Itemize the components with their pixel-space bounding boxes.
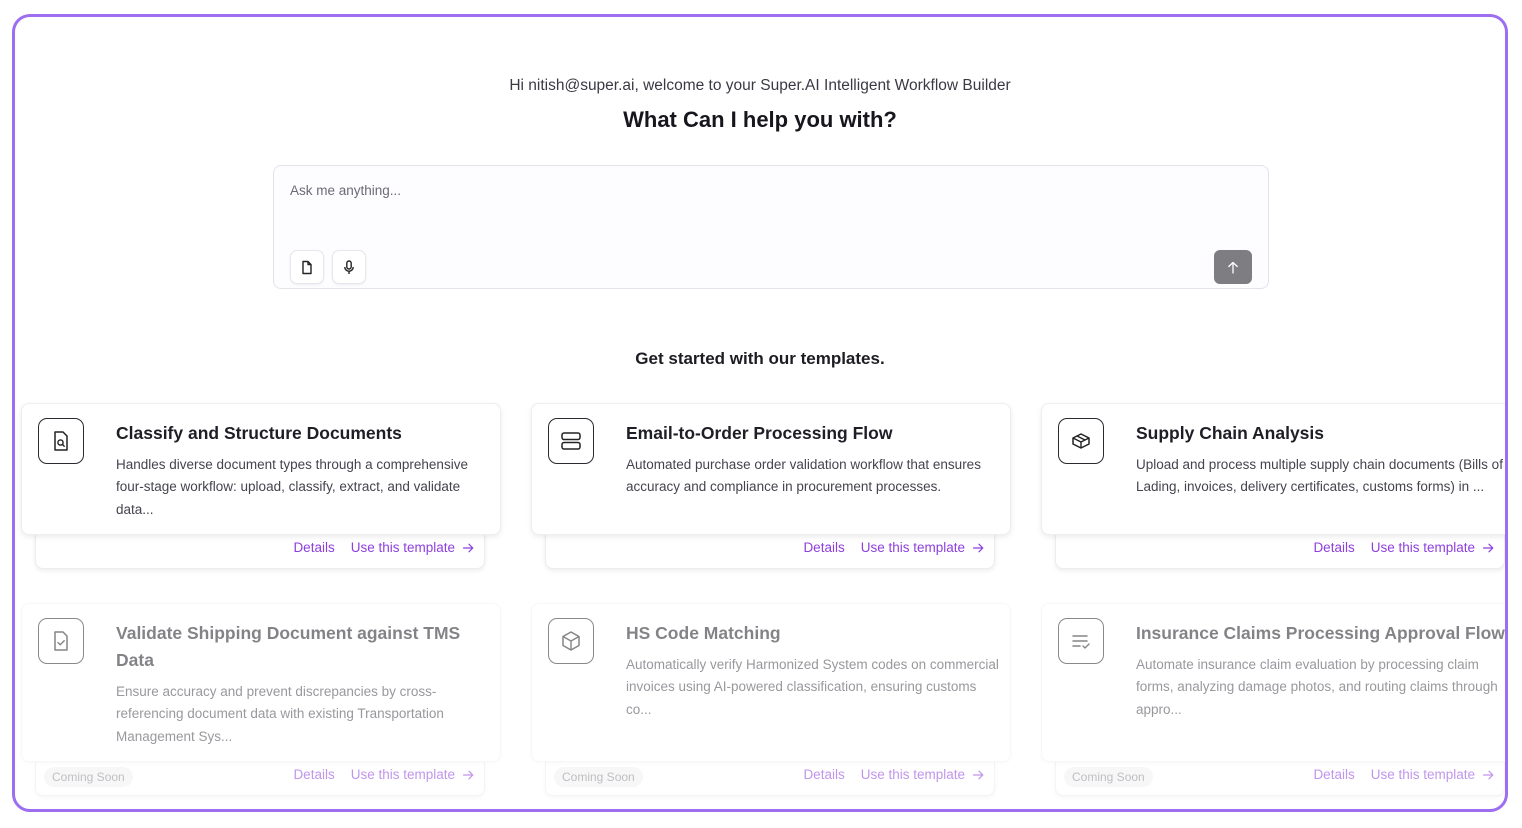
attach-file-button[interactable]: [290, 250, 324, 284]
list-check-icon: [1072, 635, 1090, 649]
server-stack-icon: [561, 432, 581, 450]
use-template-label: Use this template: [1370, 540, 1475, 555]
coming-soon-badge: Coming Soon: [44, 767, 133, 787]
card-body[interactable]: Validate Shipping Document against TMS D…: [21, 603, 501, 762]
card-footer: Details Use this template: [35, 533, 485, 569]
use-template-label: Use this template: [350, 540, 455, 555]
card-footer: Coming Soon Details Use this template: [1055, 760, 1505, 796]
arrow-right-icon: [1483, 543, 1494, 552]
details-link[interactable]: Details: [293, 540, 334, 555]
card-body[interactable]: Classify and Structure Documents Handles…: [21, 403, 501, 535]
microphone-icon: [344, 259, 354, 274]
use-template-link[interactable]: Use this template: [861, 540, 984, 555]
card-description: Ensure accuracy and prevent discrepancie…: [116, 684, 444, 744]
coming-soon-badge: Coming Soon: [1064, 767, 1153, 787]
card-icon-box: [1058, 618, 1104, 664]
card-description: Handles diverse document types through a…: [116, 457, 468, 517]
card-title: Supply Chain Analysis: [1136, 423, 1325, 443]
page-headline: What Can I help you with?: [623, 107, 897, 132]
package-icon: [1072, 433, 1090, 449]
use-template-link[interactable]: Use this template: [351, 540, 474, 555]
use-template-label: Use this template: [860, 540, 965, 555]
card-title: HS Code Matching: [626, 623, 781, 643]
use-template-link[interactable]: Use this template: [861, 767, 984, 782]
card-body[interactable]: Insurance Claims Processing Approval Flo…: [1041, 603, 1505, 762]
card-icon-box: [548, 618, 594, 664]
card-description: Automated purchase order validation work…: [626, 457, 981, 495]
card-footer: Coming Soon Details Use this template: [35, 760, 485, 796]
arrow-right-icon: [463, 543, 474, 552]
voice-input-button[interactable]: [332, 250, 366, 284]
card-body[interactable]: Supply Chain Analysis Upload and process…: [1041, 403, 1505, 535]
details-link[interactable]: Details: [1313, 540, 1354, 555]
card-description: Automatically verify Harmonized System c…: [626, 657, 999, 717]
card-icon-box: [38, 418, 84, 464]
templates-section-title: Get started with our templates.: [635, 349, 885, 368]
app-frame: Hi nitish@super.ai, welcome to your Supe…: [12, 14, 1508, 812]
use-template-label: Use this template: [860, 767, 965, 782]
document-search-icon: [54, 431, 68, 451]
arrow-right-icon: [973, 543, 984, 552]
details-link[interactable]: Details: [803, 767, 844, 782]
arrow-right-icon: [1483, 770, 1494, 779]
use-template-link[interactable]: Use this template: [1371, 540, 1494, 555]
card-title: Email-to-Order Processing Flow: [626, 423, 893, 443]
card-icon-box: [1058, 418, 1104, 464]
card-icon-box: [38, 618, 84, 664]
coming-soon-badge: Coming Soon: [554, 767, 643, 787]
use-template-link[interactable]: Use this template: [1371, 767, 1494, 782]
card-body[interactable]: Email-to-Order Processing Flow Automated…: [531, 403, 1011, 535]
use-template-label: Use this template: [350, 767, 455, 782]
arrow-right-icon: [973, 770, 984, 779]
arrow-right-icon: [463, 770, 474, 779]
card-description: Upload and process multiple supply chain…: [1136, 457, 1503, 495]
card-footer: Details Use this template: [1055, 533, 1505, 569]
card-icon-box: [548, 418, 594, 464]
arrow-up-icon: [1228, 261, 1238, 274]
card-title: Classify and Structure Documents: [116, 423, 402, 443]
details-link[interactable]: Details: [293, 767, 334, 782]
file-icon: [302, 260, 312, 274]
details-link[interactable]: Details: [803, 540, 844, 555]
use-template-link[interactable]: Use this template: [351, 767, 474, 782]
prompt-input[interactable]: [288, 178, 1192, 202]
card-body[interactable]: HS Code Matching Automatically verify Ha…: [531, 603, 1011, 762]
card-footer: Details Use this template: [545, 533, 995, 569]
document-check-icon: [54, 631, 68, 651]
cube-icon: [562, 631, 580, 651]
send-button[interactable]: [1214, 250, 1252, 284]
card-title: Validate Shipping Document against TMS D…: [116, 623, 461, 670]
details-link[interactable]: Details: [1313, 767, 1354, 782]
prompt-box: [273, 165, 1269, 289]
welcome-text: Hi nitish@super.ai, welcome to your Supe…: [509, 77, 1011, 94]
card-footer: Coming Soon Details Use this template: [545, 760, 995, 796]
card-description: Automate insurance claim evaluation by p…: [1136, 657, 1498, 717]
card-title: Insurance Claims Processing Approval Flo…: [1136, 623, 1505, 643]
use-template-label: Use this template: [1370, 767, 1475, 782]
